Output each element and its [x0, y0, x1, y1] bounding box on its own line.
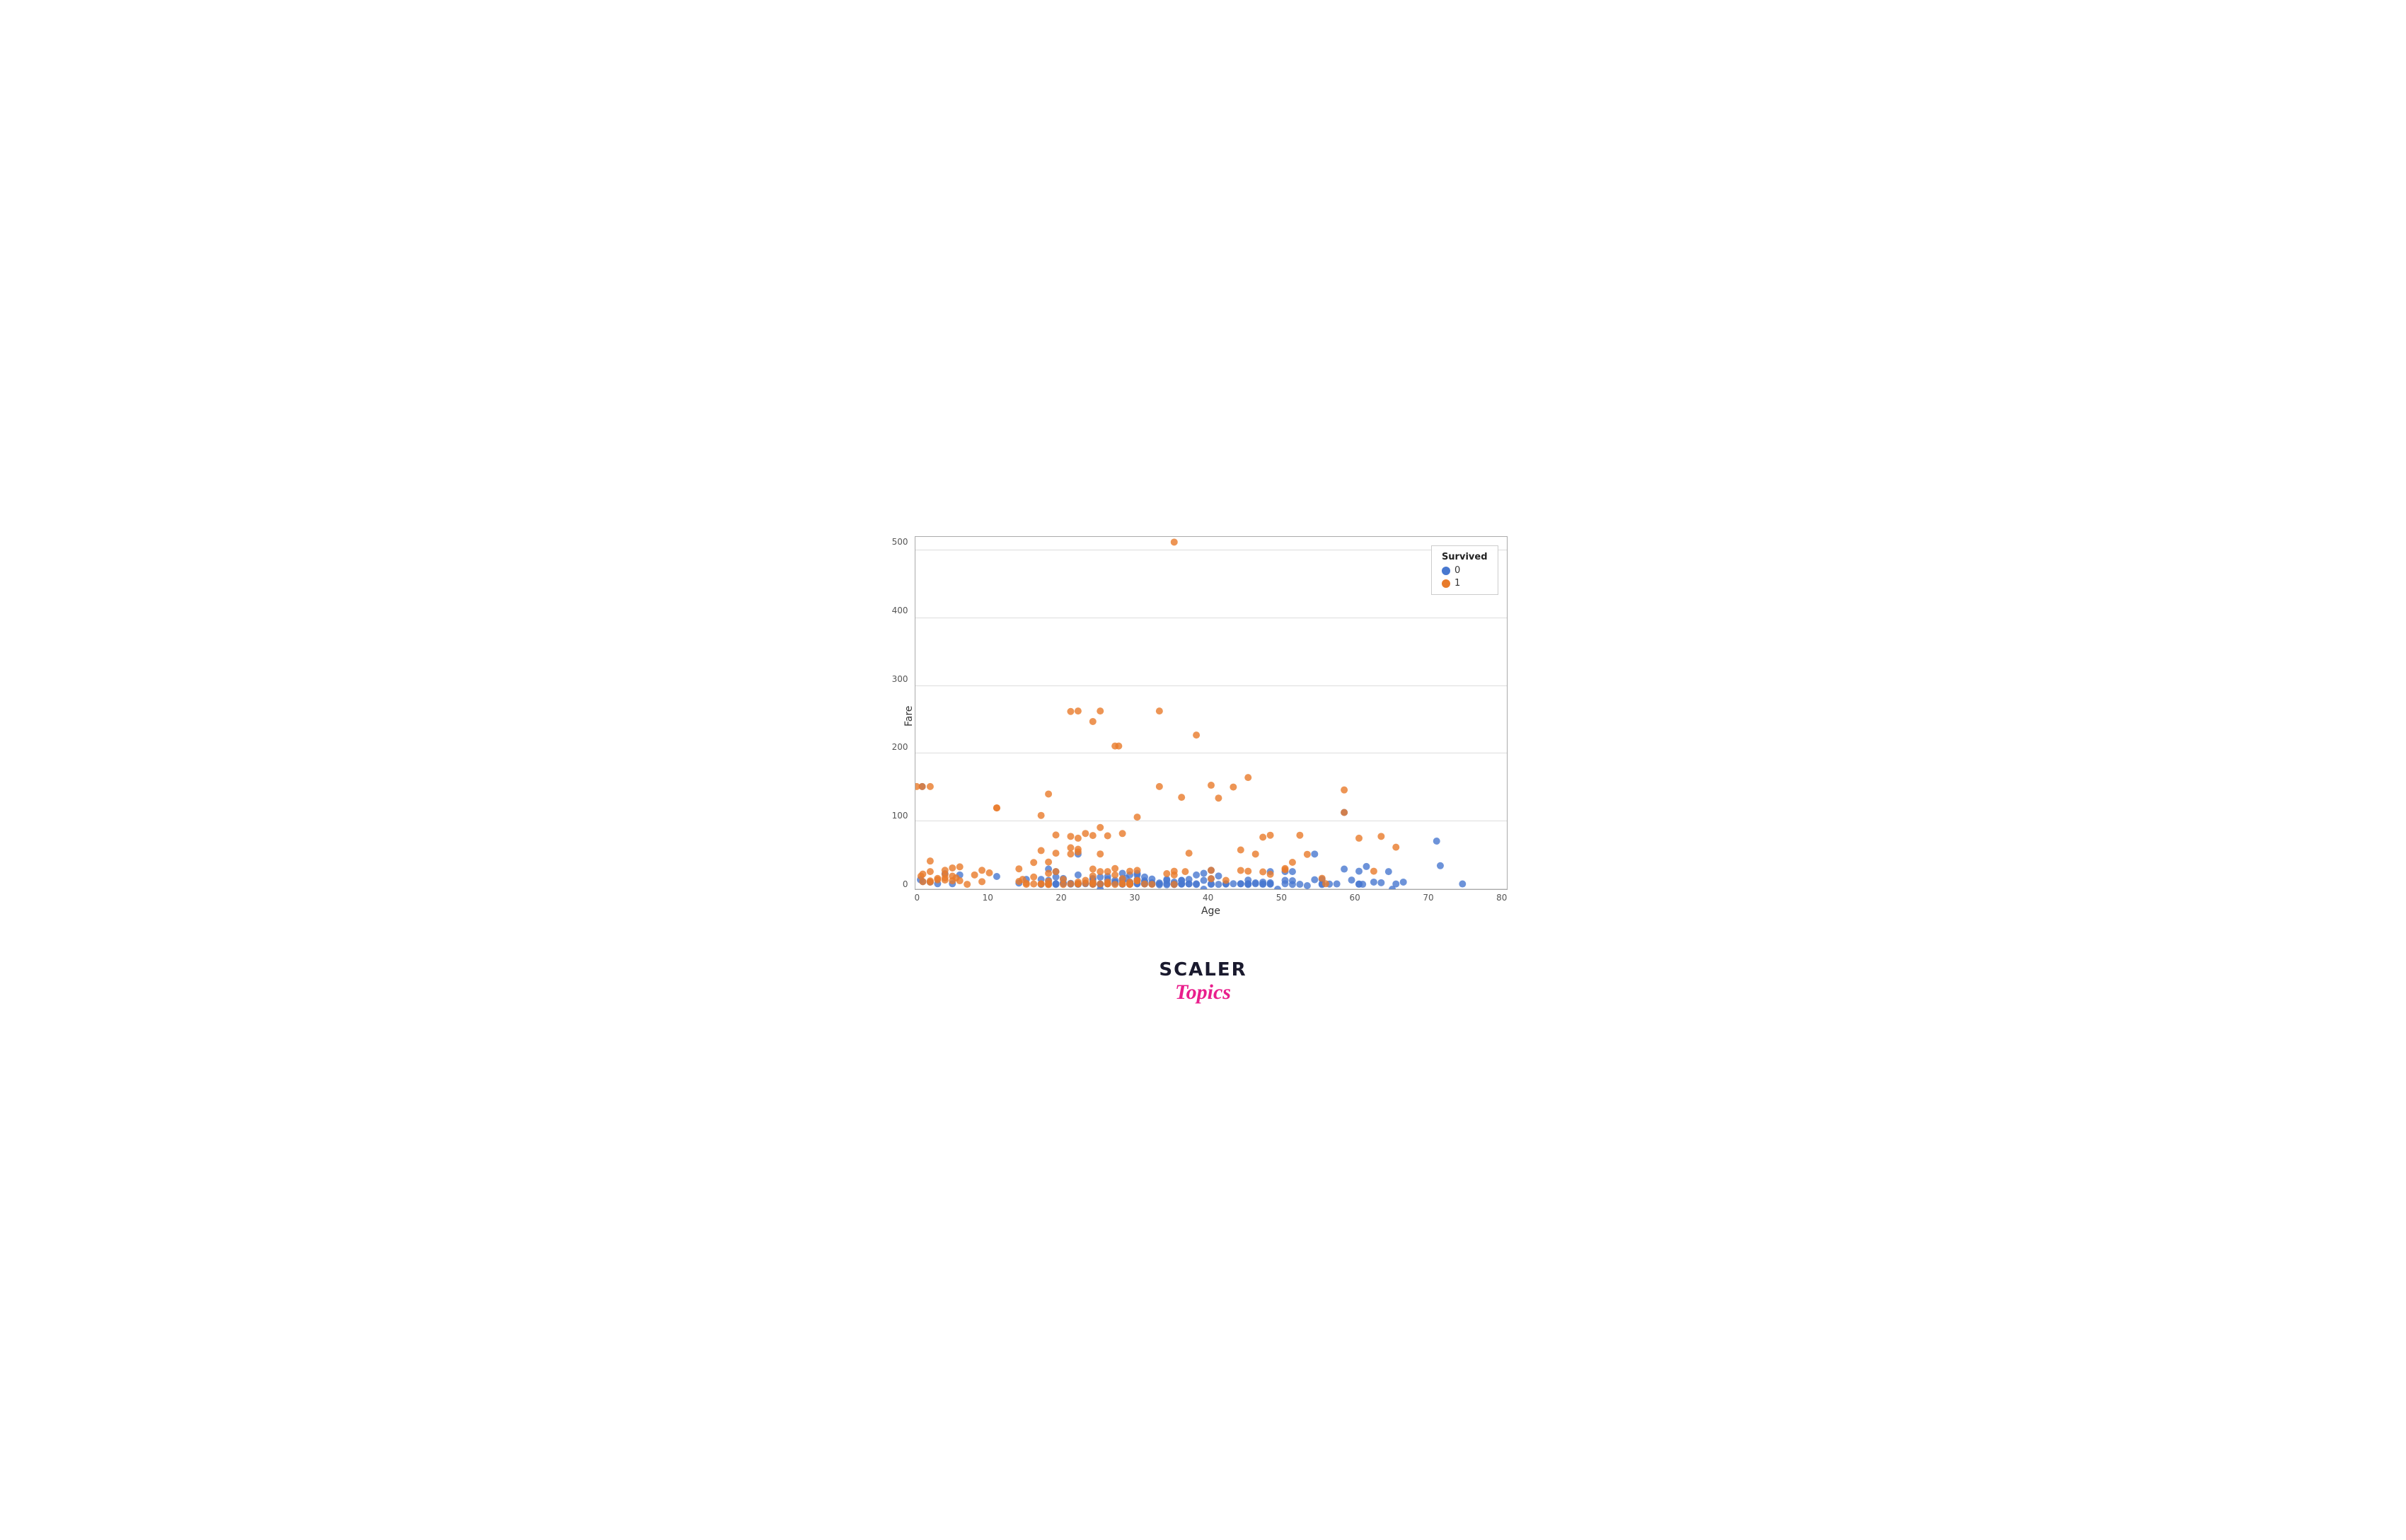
plot-area: 0 100 200 300 400 500 Survived 0 — [915, 536, 1508, 890]
y-axis-label: Fare — [899, 536, 915, 896]
branding: SCALER Topics — [1159, 959, 1247, 1004]
scatter-svg — [915, 537, 1507, 889]
legend-title: Survived — [1442, 552, 1488, 562]
x-axis-label: Age — [915, 905, 1508, 917]
x-tick-20: 20 — [1055, 893, 1066, 903]
legend-label-1: 1 — [1454, 578, 1460, 589]
x-tick-60: 60 — [1350, 893, 1360, 903]
x-tick-30: 30 — [1129, 893, 1140, 903]
x-tick-80: 80 — [1496, 893, 1507, 903]
x-tick-70: 70 — [1423, 893, 1433, 903]
brand-topics-text: Topics — [1175, 980, 1231, 1004]
legend-box: Survived 0 1 — [1431, 545, 1498, 595]
legend-item-1: 1 — [1442, 578, 1488, 589]
x-axis-ticks: 0 10 20 30 40 50 60 70 80 — [915, 890, 1508, 903]
x-tick-40: 40 — [1203, 893, 1213, 903]
legend-label-0: 0 — [1454, 565, 1460, 576]
x-tick-10: 10 — [983, 893, 993, 903]
chart-container: Fare 0 100 200 300 400 500 — [899, 536, 1508, 1004]
legend-item-0: 0 — [1442, 565, 1488, 576]
x-tick-50: 50 — [1276, 893, 1287, 903]
x-tick-0: 0 — [915, 893, 920, 903]
brand-scaler-text: SCALER — [1159, 959, 1247, 980]
chart-area: Fare 0 100 200 300 400 500 — [899, 536, 1508, 917]
legend-dot-0 — [1442, 567, 1450, 575]
legend-dot-1 — [1442, 579, 1450, 588]
chart-inner: 0 100 200 300 400 500 Survived 0 — [915, 536, 1508, 917]
